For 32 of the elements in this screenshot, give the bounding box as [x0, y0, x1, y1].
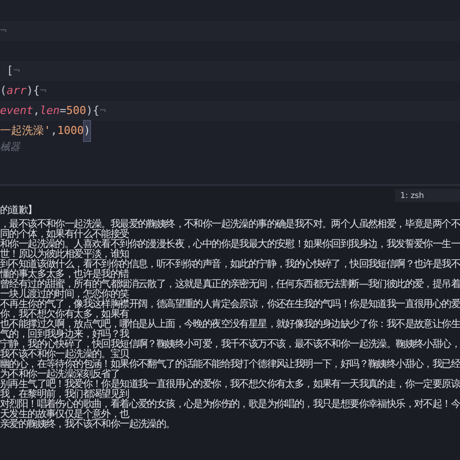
line-end-mark: ¬ — [0, 23, 7, 39]
terminal-output-line: 别再生气了吧！我爱你！你是知道我一直很用心的爱你，我不想欠你有太多，如果有一天我真的走，你一定要原谅我，在黎明前，我们都渴望见到 — [0, 380, 460, 400]
line-end-mark: ¬ — [40, 83, 46, 99]
line-end-mark: ¬ — [13, 63, 20, 79]
ghost-hint-text: 械器 — [0, 142, 20, 153]
code-text: [ — [6, 63, 14, 79]
parameter-text: event — [0, 103, 34, 119]
parameter-text: arr — [6, 83, 26, 99]
code-text: , — [50, 123, 58, 139]
code-text: ){ — [86, 103, 100, 119]
terminal-output-line: ，最不该不和你一起洗澡。我最爱的鞠姨终，不和你一起洗澡的事的确是我不对。两个人虽然相爱，毕竟是两个不同的个体，如果有什么不能接受 — [0, 220, 460, 240]
line-end-mark: ¬ — [99, 103, 106, 119]
terminal-output-line: 不再生你的气了，像我这样胸襟开阔，德高望重的人肯定会原谅，你还在生我的气吗！你是知道我一直很用心的爱你，我不想欠你有太多，如果有 — [0, 300, 460, 320]
code-text: ){ — [26, 83, 40, 99]
number-text: 1000 — [57, 123, 84, 139]
terminal-output-line: 对烈阳！唱着伤心的歌曲，看着心爱的女孩，心是为你伤的，歌是为你唱的，我只是想要你幸福快乐，对不起！今天发生的故事仅仅是个意外，也 — [0, 400, 460, 420]
terminal-output-line: 和你一起洗澡的。人喜欢看不到你的漫漫长夜，心中的你是我最大的安慰！如果你回到我身边，我发誓爱你一生一世！原以为彼此相爱平淡，谁知 — [0, 240, 460, 260]
terminal-output-line: 到不知道该做什么，看不到你的信息，听不到你的声音，如此的宁静，我的心快碎了，快回我短信啊？也许是我不懂的事太多太多，也许是我的错 — [0, 260, 460, 280]
terminal-tab[interactable]: 1: zsh — [395, 189, 460, 202]
string-text: 一起洗澡' — [0, 123, 51, 139]
terminal-output-line: 曾经有过的甜蜜，所有的气都烟消云散了，这就是真正的亲密无间，任何东西都无法割断—我们彼此的爱，提吊着一块儿渡过的时间，怎恋你的笑 — [0, 280, 460, 300]
terminal-output-line: 也不能撑过久啊，放点气吧，哪怕是从上面，今晚的夜空没有星星，就好像我的身边缺少了你：我不是故意让你生气的，回到我身边来，好吗？我 — [0, 320, 460, 340]
terminal-output-line: 亲爱的鞠姨终，我不该不和你一起洗澡的。 — [0, 420, 176, 430]
code-text: , — [33, 103, 40, 119]
terminal-output-line: 幽的心，在等待你的包涵！如果你不翻气了的话能不能给我打个德律风让我明一下，好吗？鞠姨终小甜心，我已经为不和你一起洗澡深刻反省了 — [0, 360, 460, 380]
number-text: 500 — [66, 103, 86, 119]
parameter-text: len — [40, 103, 60, 119]
terminal-output-line: 宁静，我的心快碎了，快回我短信啊？鞠姨终小可爱，我千不该万不该，最不该不和你一起洗澡。鞠姨终小甜心，我不该不和你一起洗澡的。宝贝 — [0, 340, 460, 360]
code-text: = — [60, 103, 66, 119]
code-text: ( — [0, 83, 7, 99]
terminal-output-heading: 的道歉】 — [0, 205, 38, 217]
matched-bracket: ) — [84, 121, 90, 141]
